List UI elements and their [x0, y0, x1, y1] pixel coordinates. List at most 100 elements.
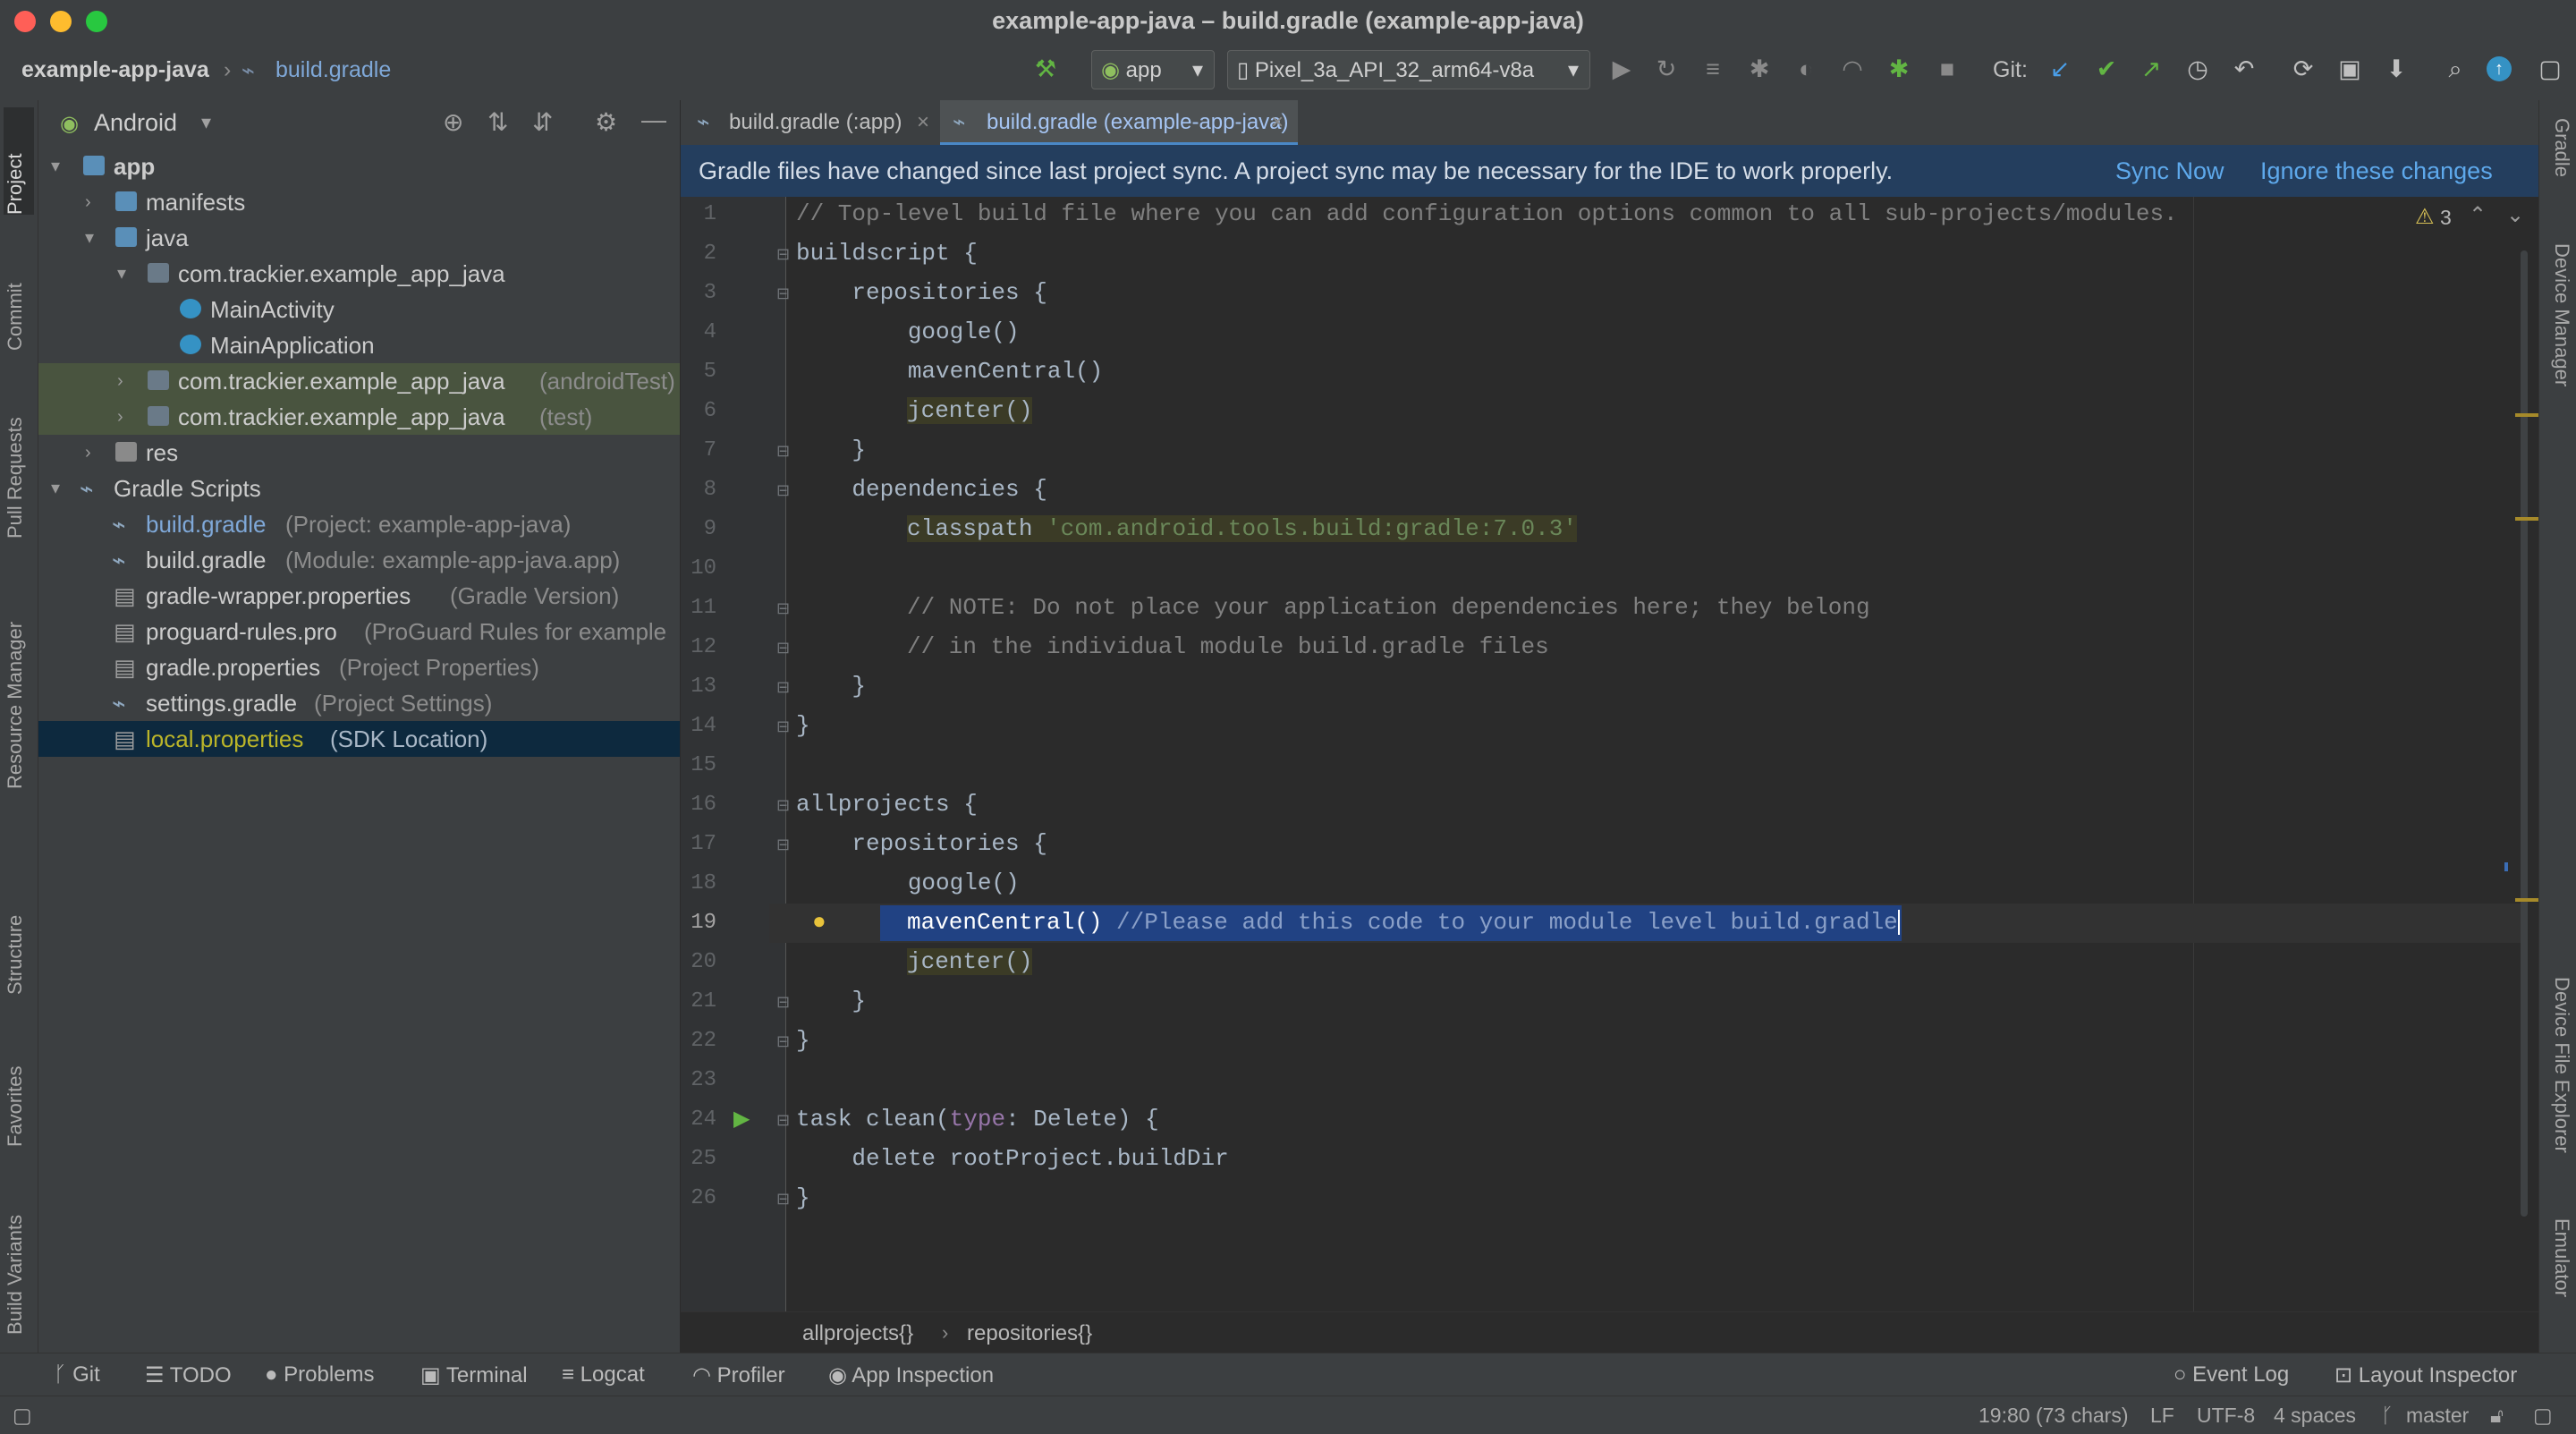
code-line[interactable]: } — [796, 1027, 810, 1054]
tab-structure[interactable]: Structure — [4, 870, 34, 995]
tool-profiler[interactable]: ◠ Profiler — [692, 1362, 785, 1388]
file-encoding[interactable]: UTF-8 — [2197, 1404, 2255, 1428]
sync-now-link[interactable]: Sync Now — [2115, 157, 2224, 185]
code-line[interactable]: task clean(type: Delete) { — [796, 1106, 1159, 1133]
code-line[interactable]: // Top-level build file where you can ad… — [796, 200, 2178, 227]
locate-icon[interactable]: ⊕ — [443, 107, 463, 137]
tree-item-proguard[interactable]: ▤ proguard-rules.pro (ProGuard Rules for… — [38, 614, 680, 649]
indent-setting[interactable]: 4 spaces — [2274, 1404, 2356, 1428]
tool-app-inspection[interactable]: ◉ App Inspection — [828, 1362, 994, 1388]
close-icon[interactable]: × — [1271, 100, 1284, 145]
stop-icon[interactable]: ■ — [1932, 54, 1962, 84]
fold-icon[interactable]: ⊟ — [776, 796, 791, 815]
project-view-select[interactable]: Android — [94, 109, 177, 137]
tool-logcat[interactable]: ≡ Logcat — [562, 1362, 645, 1387]
tab-favorites[interactable]: Favorites — [4, 1022, 34, 1147]
profile-icon[interactable]: ◠ — [1837, 54, 1868, 84]
caret-position[interactable]: 19:80 (73 chars) — [1979, 1404, 2128, 1428]
chevron-down-icon[interactable]: ▾ — [201, 111, 211, 134]
tree-item-build-gradle-module[interactable]: ⌁ build.gradle (Module: example-app-java… — [38, 542, 680, 578]
tree-item-java[interactable]: ▾ java — [38, 220, 680, 256]
tab-commit[interactable]: Commit — [4, 243, 34, 351]
editor-scrollbar[interactable] — [2521, 250, 2528, 1217]
expand-all-icon[interactable]: ⇅ — [487, 107, 508, 137]
git-branch[interactable]: master — [2406, 1404, 2469, 1428]
code-line[interactable]: google() — [796, 318, 1020, 345]
fold-icon[interactable]: ⊟ — [776, 639, 791, 658]
chevron-down-icon[interactable]: ⌄ — [2506, 202, 2524, 228]
fold-icon[interactable]: ⊟ — [776, 442, 791, 461]
code-line[interactable]: } — [796, 1184, 810, 1211]
code-line[interactable]: } — [796, 988, 866, 1014]
git-update-icon[interactable]: ↙ — [2045, 54, 2075, 84]
fold-icon[interactable]: ⊟ — [776, 599, 791, 618]
warning-icon[interactable]: ⚠ — [2415, 204, 2435, 230]
tool-problems[interactable]: ● Problems — [265, 1362, 375, 1387]
warning-marker[interactable] — [2515, 898, 2538, 902]
fold-icon[interactable]: ⊟ — [776, 836, 791, 854]
breadcrumb-project[interactable]: example-app-java — [21, 57, 209, 83]
run-icon[interactable]: ▶ — [1606, 54, 1637, 84]
code-line[interactable]: mavenCentral() //Please add this code to… — [907, 909, 1900, 936]
apply-changes-icon[interactable]: ↻ — [1651, 54, 1682, 84]
tree-item-settings-gradle[interactable]: ⌁ settings.gradle (Project Settings) — [38, 685, 680, 721]
git-push-icon[interactable]: ↗ — [2136, 54, 2166, 84]
tab-pull-requests[interactable]: Pull Requests — [4, 378, 34, 539]
device-select[interactable]: ▯ Pixel_3a_API_32_arm64-v8a ▾ — [1227, 50, 1590, 89]
breadcrumb-repositories[interactable]: repositories{} — [967, 1321, 1092, 1346]
tab-resource-manager[interactable]: Resource Manager — [4, 574, 34, 789]
code-line[interactable]: } — [796, 712, 810, 739]
account-icon[interactable]: ▢ — [2535, 54, 2565, 84]
tree-item-manifests[interactable]: › manifests — [38, 184, 680, 220]
tool-layout-inspector[interactable]: ⊡ Layout Inspector — [2334, 1362, 2517, 1388]
chevron-right-icon[interactable]: › — [85, 184, 91, 220]
tool-todo[interactable]: ☰ TODO — [145, 1362, 232, 1388]
tab-device-file-explorer[interactable]: Device File Explorer — [2543, 977, 2573, 1209]
chevron-up-icon[interactable]: ⌃ — [2469, 202, 2487, 228]
tab-gradle[interactable]: Gradle — [2543, 118, 2573, 225]
chevron-down-icon[interactable]: ▾ — [85, 220, 94, 256]
close-icon[interactable]: × — [917, 100, 929, 145]
fold-icon[interactable]: ⊟ — [776, 1032, 791, 1051]
tree-item-build-gradle-project[interactable]: ⌁ build.gradle (Project: example-app-jav… — [38, 506, 680, 542]
memory-indicator-icon[interactable]: ▢ — [2533, 1404, 2553, 1428]
tab-build-gradle-app[interactable]: ⌁ build.gradle (:app) × — [688, 100, 940, 145]
ignore-changes-link[interactable]: Ignore these changes — [2260, 157, 2493, 185]
tree-item-gradle-wrapper[interactable]: ▤ gradle-wrapper.properties (Gradle Vers… — [38, 578, 680, 614]
code-line[interactable]: classpath 'com.android.tools.build:gradl… — [907, 515, 1577, 542]
fold-icon[interactable]: ⊟ — [776, 993, 791, 1012]
code-line[interactable]: allprojects { — [796, 791, 978, 818]
tree-item-mainactivity[interactable]: MainActivity — [38, 292, 680, 327]
git-commit-icon[interactable]: ✔ — [2091, 54, 2122, 84]
tree-item-gradle-scripts[interactable]: ▾ ⌁ Gradle Scripts — [38, 471, 680, 506]
gear-icon[interactable]: ⚙ — [595, 107, 617, 137]
fold-icon[interactable]: ⊟ — [776, 1190, 791, 1209]
chevron-down-icon[interactable]: ▾ — [51, 471, 60, 506]
toggle-tool-windows-icon[interactable]: ▢ — [13, 1404, 32, 1428]
apply-code-changes-icon[interactable]: ≡ — [1698, 54, 1728, 84]
code-line[interactable]: // NOTE: Do not place your application d… — [907, 594, 1870, 621]
fold-icon[interactable]: ⊟ — [776, 245, 791, 264]
code-line[interactable]: repositories { — [796, 279, 1046, 306]
coverage-icon[interactable]: ◐ — [1791, 54, 1821, 84]
breadcrumb-allprojects[interactable]: allprojects{} — [802, 1321, 913, 1346]
code-line[interactable]: repositories { — [796, 830, 1046, 857]
sdk-manager-icon[interactable]: ⬇ — [2381, 54, 2411, 84]
chevron-right-icon[interactable]: › — [85, 435, 91, 471]
tree-item-res[interactable]: › res — [38, 435, 680, 471]
code-line[interactable]: } — [796, 673, 866, 700]
line-separator[interactable]: LF — [2150, 1404, 2174, 1428]
lock-icon[interactable]: 🔓︎ — [2490, 1404, 2504, 1428]
fold-icon[interactable]: ⊟ — [776, 1111, 791, 1130]
run-gutter-icon[interactable]: ▶ — [733, 1106, 750, 1132]
chevron-down-icon[interactable]: ▾ — [51, 148, 60, 184]
hammer-build-icon[interactable]: ⚒ — [1030, 54, 1061, 84]
lightbulb-icon[interactable]: ● — [812, 907, 826, 935]
fold-icon[interactable]: ⊟ — [776, 284, 791, 303]
tool-git[interactable]: ᚴ Git — [54, 1362, 100, 1387]
collapse-all-icon[interactable]: ⇵ — [532, 107, 553, 137]
run-config-select[interactable]: ◉ app ▾ — [1091, 50, 1215, 89]
warning-marker[interactable] — [2515, 413, 2538, 417]
tool-terminal[interactable]: ▣ Terminal — [420, 1362, 528, 1388]
tree-item-local-properties[interactable]: ▤ local.properties (SDK Location) — [38, 721, 680, 757]
